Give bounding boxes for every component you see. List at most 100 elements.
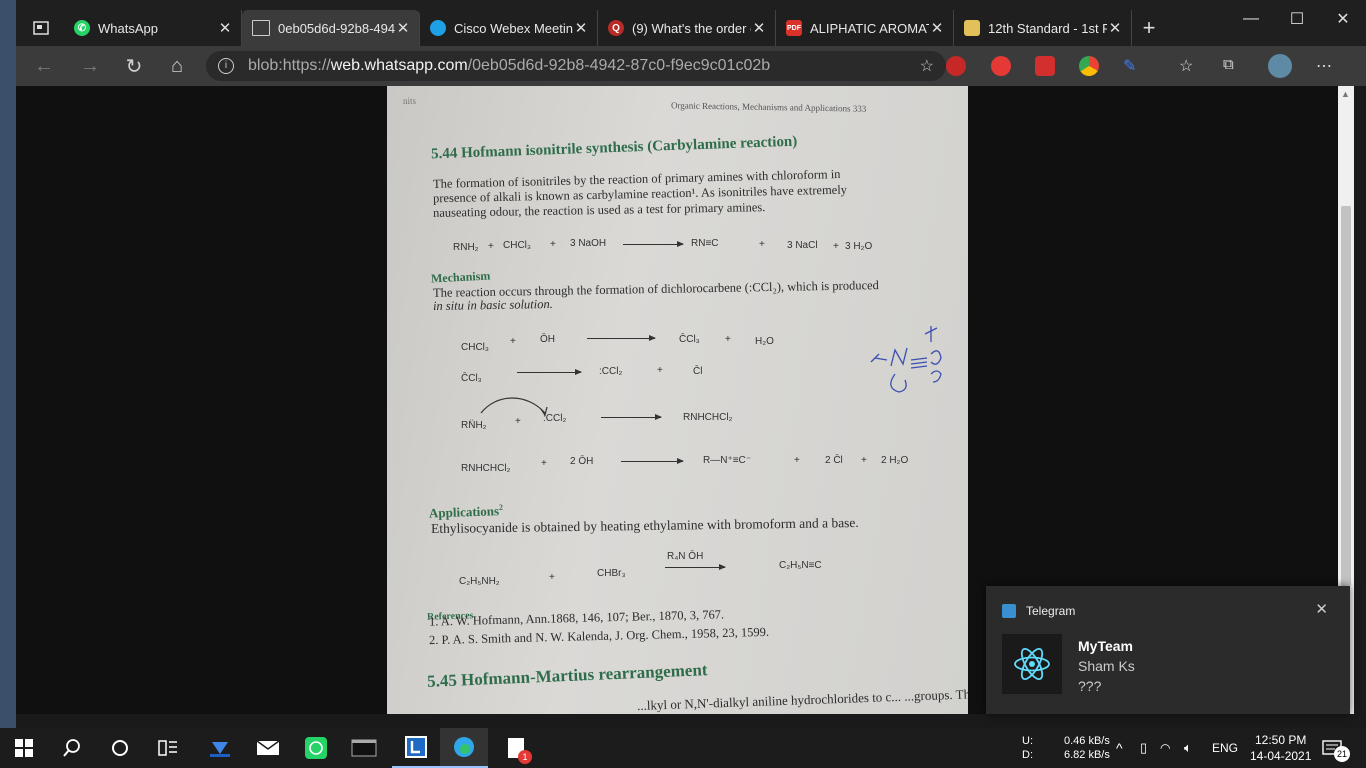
task-view-button[interactable]: [144, 728, 192, 768]
cortana-button[interactable]: [96, 728, 144, 768]
forward-button[interactable]: →: [72, 46, 108, 86]
close-tab-icon[interactable]: ✕: [217, 19, 233, 37]
maximize-button[interactable]: ☐: [1274, 0, 1320, 38]
taskbar-app-pinned[interactable]: [392, 728, 440, 768]
mechanism-heading: Mechanism: [430, 268, 491, 286]
upload-label: U:: [1022, 735, 1033, 747]
close-notification-button[interactable]: ✕: [1315, 600, 1328, 618]
wifi-icon[interactable]: ◠: [1160, 728, 1170, 768]
more-menu-icon[interactable]: ⋯: [1316, 56, 1336, 76]
reaction-arrow: [623, 241, 684, 247]
atom-icon: [1014, 648, 1050, 680]
tab-whatsapp[interactable]: ✆ WhatsApp ✕: [64, 10, 242, 46]
extension-stop-icon[interactable]: [991, 56, 1011, 76]
step3-right-0: RNHCHCl₂: [683, 412, 733, 423]
browser-tab-bar: ✆ WhatsApp ✕ 0eb05d6d-92b8-4942 ✕ Cisco …: [0, 0, 1366, 46]
notification-sender: Sham Ks: [1078, 658, 1135, 674]
page-header: Organic Reactions, Mechanisms and Applic…: [670, 100, 867, 114]
step2-right-0: :CCl₂: [599, 366, 623, 377]
language-indicator[interactable]: ENG: [1212, 728, 1238, 768]
home-button[interactable]: ⌂: [159, 46, 195, 86]
step1-right-0: C̄Cl₃: [679, 334, 700, 345]
tab-label: 12th Standard - 1st R: [988, 20, 1107, 36]
new-tab-button[interactable]: +: [1132, 10, 1166, 46]
collections-icon[interactable]: ⧉: [1223, 56, 1243, 76]
tab-actions-button[interactable]: [18, 10, 64, 46]
step2-left-0: C̄Cl₃: [461, 373, 482, 384]
tab-label: WhatsApp: [98, 20, 158, 36]
scroll-up-icon[interactable]: ▲: [1341, 89, 1350, 99]
step1-left-0: CHCl₃: [461, 342, 489, 353]
telegram-icon: [1002, 604, 1016, 618]
app-product: C₂H₅N≡C: [779, 560, 822, 571]
step4-right-4: 2 H₂O: [881, 455, 909, 466]
clock-date: 14-04-2021: [1250, 749, 1312, 763]
extension-media-icon[interactable]: [1035, 56, 1055, 76]
step3-left-2: :CCl₂: [543, 413, 567, 424]
minimize-button[interactable]: ―: [1228, 0, 1274, 38]
taskbar-app-edge[interactable]: [440, 728, 488, 768]
extension-chrome-icon[interactable]: [1079, 56, 1099, 76]
eq-plus: +: [550, 239, 556, 250]
tab-webex[interactable]: Cisco Webex Meeting ✕: [420, 10, 598, 46]
close-tab-icon[interactable]: ✕: [751, 19, 767, 37]
desktop-edge: [0, 0, 16, 728]
app-reactant-bromoform: CHBr₃: [597, 568, 626, 579]
eq-plus: +: [488, 241, 494, 252]
document-icon: [252, 20, 270, 36]
action-center-button[interactable]: 21: [1322, 728, 1350, 768]
tab-blob-document[interactable]: 0eb05d6d-92b8-4942 ✕: [242, 10, 420, 46]
download-app-icon: [210, 742, 230, 757]
taskbar-app-terminal[interactable]: [340, 728, 388, 768]
taskbar: 1 U: D: 0.46 kB/s 6.82 kB/s ^ ▯ ◠ 🔈︎ ENG…: [0, 728, 1366, 768]
whatsapp-icon: ✆: [74, 20, 90, 36]
search-button[interactable]: [48, 728, 96, 768]
profile-avatar[interactable]: [1268, 54, 1292, 78]
taskbar-app-whatsapp[interactable]: [292, 728, 340, 768]
close-tab-icon[interactable]: ✕: [929, 19, 945, 37]
network-speed-meter[interactable]: 0.46 kB/s 6.82 kB/s: [1064, 728, 1110, 768]
url-path: /0eb05d6d-92b8-4942-87c0-f9ec9c01c02b: [467, 57, 771, 74]
tab-aliphatic-pdf[interactable]: PDF ALIPHATIC AROMATIC ✕: [776, 10, 954, 46]
close-window-button[interactable]: ✕: [1320, 0, 1366, 38]
tab-quora[interactable]: Q (9) What's the order o ✕: [598, 10, 776, 46]
clock-time: 12:50 PM: [1255, 733, 1307, 747]
extension-pen-icon[interactable]: ✎: [1123, 56, 1143, 76]
close-tab-icon[interactable]: ✕: [573, 19, 589, 37]
favorites-icon[interactable]: ☆: [1179, 56, 1199, 76]
back-button[interactable]: ←: [26, 46, 62, 86]
step3-left-1: +: [515, 416, 521, 427]
add-favorite-icon[interactable]: ☆: [920, 56, 934, 76]
start-button[interactable]: [0, 728, 48, 768]
close-tab-icon[interactable]: ✕: [1107, 19, 1123, 37]
search-icon: [63, 739, 80, 757]
back-arrow-icon: ←: [34, 54, 54, 77]
taskbar-app-downloader[interactable]: [196, 728, 244, 768]
step4-left-2: 2 ŌH: [570, 456, 594, 467]
reaction-arrow: [601, 414, 662, 420]
close-tab-icon[interactable]: ✕: [395, 19, 411, 37]
show-hidden-icons-button[interactable]: ^: [1116, 728, 1123, 768]
reaction-arrow: [517, 369, 582, 375]
reaction-arrow: [665, 564, 726, 570]
step1-right-2: H₂O: [755, 336, 774, 347]
taskbar-app-pdf[interactable]: 1: [492, 728, 540, 768]
extension-shield-icon[interactable]: [946, 56, 966, 76]
notification-title: MyTeam: [1078, 638, 1133, 654]
app-reagent: R₄N ŌH: [667, 551, 704, 562]
scrollbar-thumb[interactable]: [1341, 206, 1351, 586]
taskbar-app-mail[interactable]: [244, 728, 292, 768]
step3-left-0: RN̈H₂: [461, 420, 487, 431]
home-icon: ⌂: [170, 54, 184, 77]
clock[interactable]: 12:50 PM 14-04-2021: [1250, 728, 1311, 768]
eq-reactant-rnh2: RNH₂: [453, 242, 479, 253]
volume-icon[interactable]: 🔈︎: [1184, 728, 1192, 768]
notification-app-name: Telegram: [1026, 604, 1076, 618]
notification-toast[interactable]: Telegram ✕ MyTeam Sham Ks ???: [986, 586, 1350, 714]
pdf-notification-badge: 1: [518, 750, 532, 764]
battery-icon[interactable]: ▯: [1140, 728, 1147, 768]
refresh-button[interactable]: ↻: [116, 46, 152, 86]
address-bar[interactable]: i blob:https://web.whatsapp.com/0eb05d6d…: [206, 51, 946, 81]
eq-product-isonitrile: RN≡C: [691, 238, 719, 249]
tab-12th-standard[interactable]: 12th Standard - 1st R ✕: [954, 10, 1132, 46]
